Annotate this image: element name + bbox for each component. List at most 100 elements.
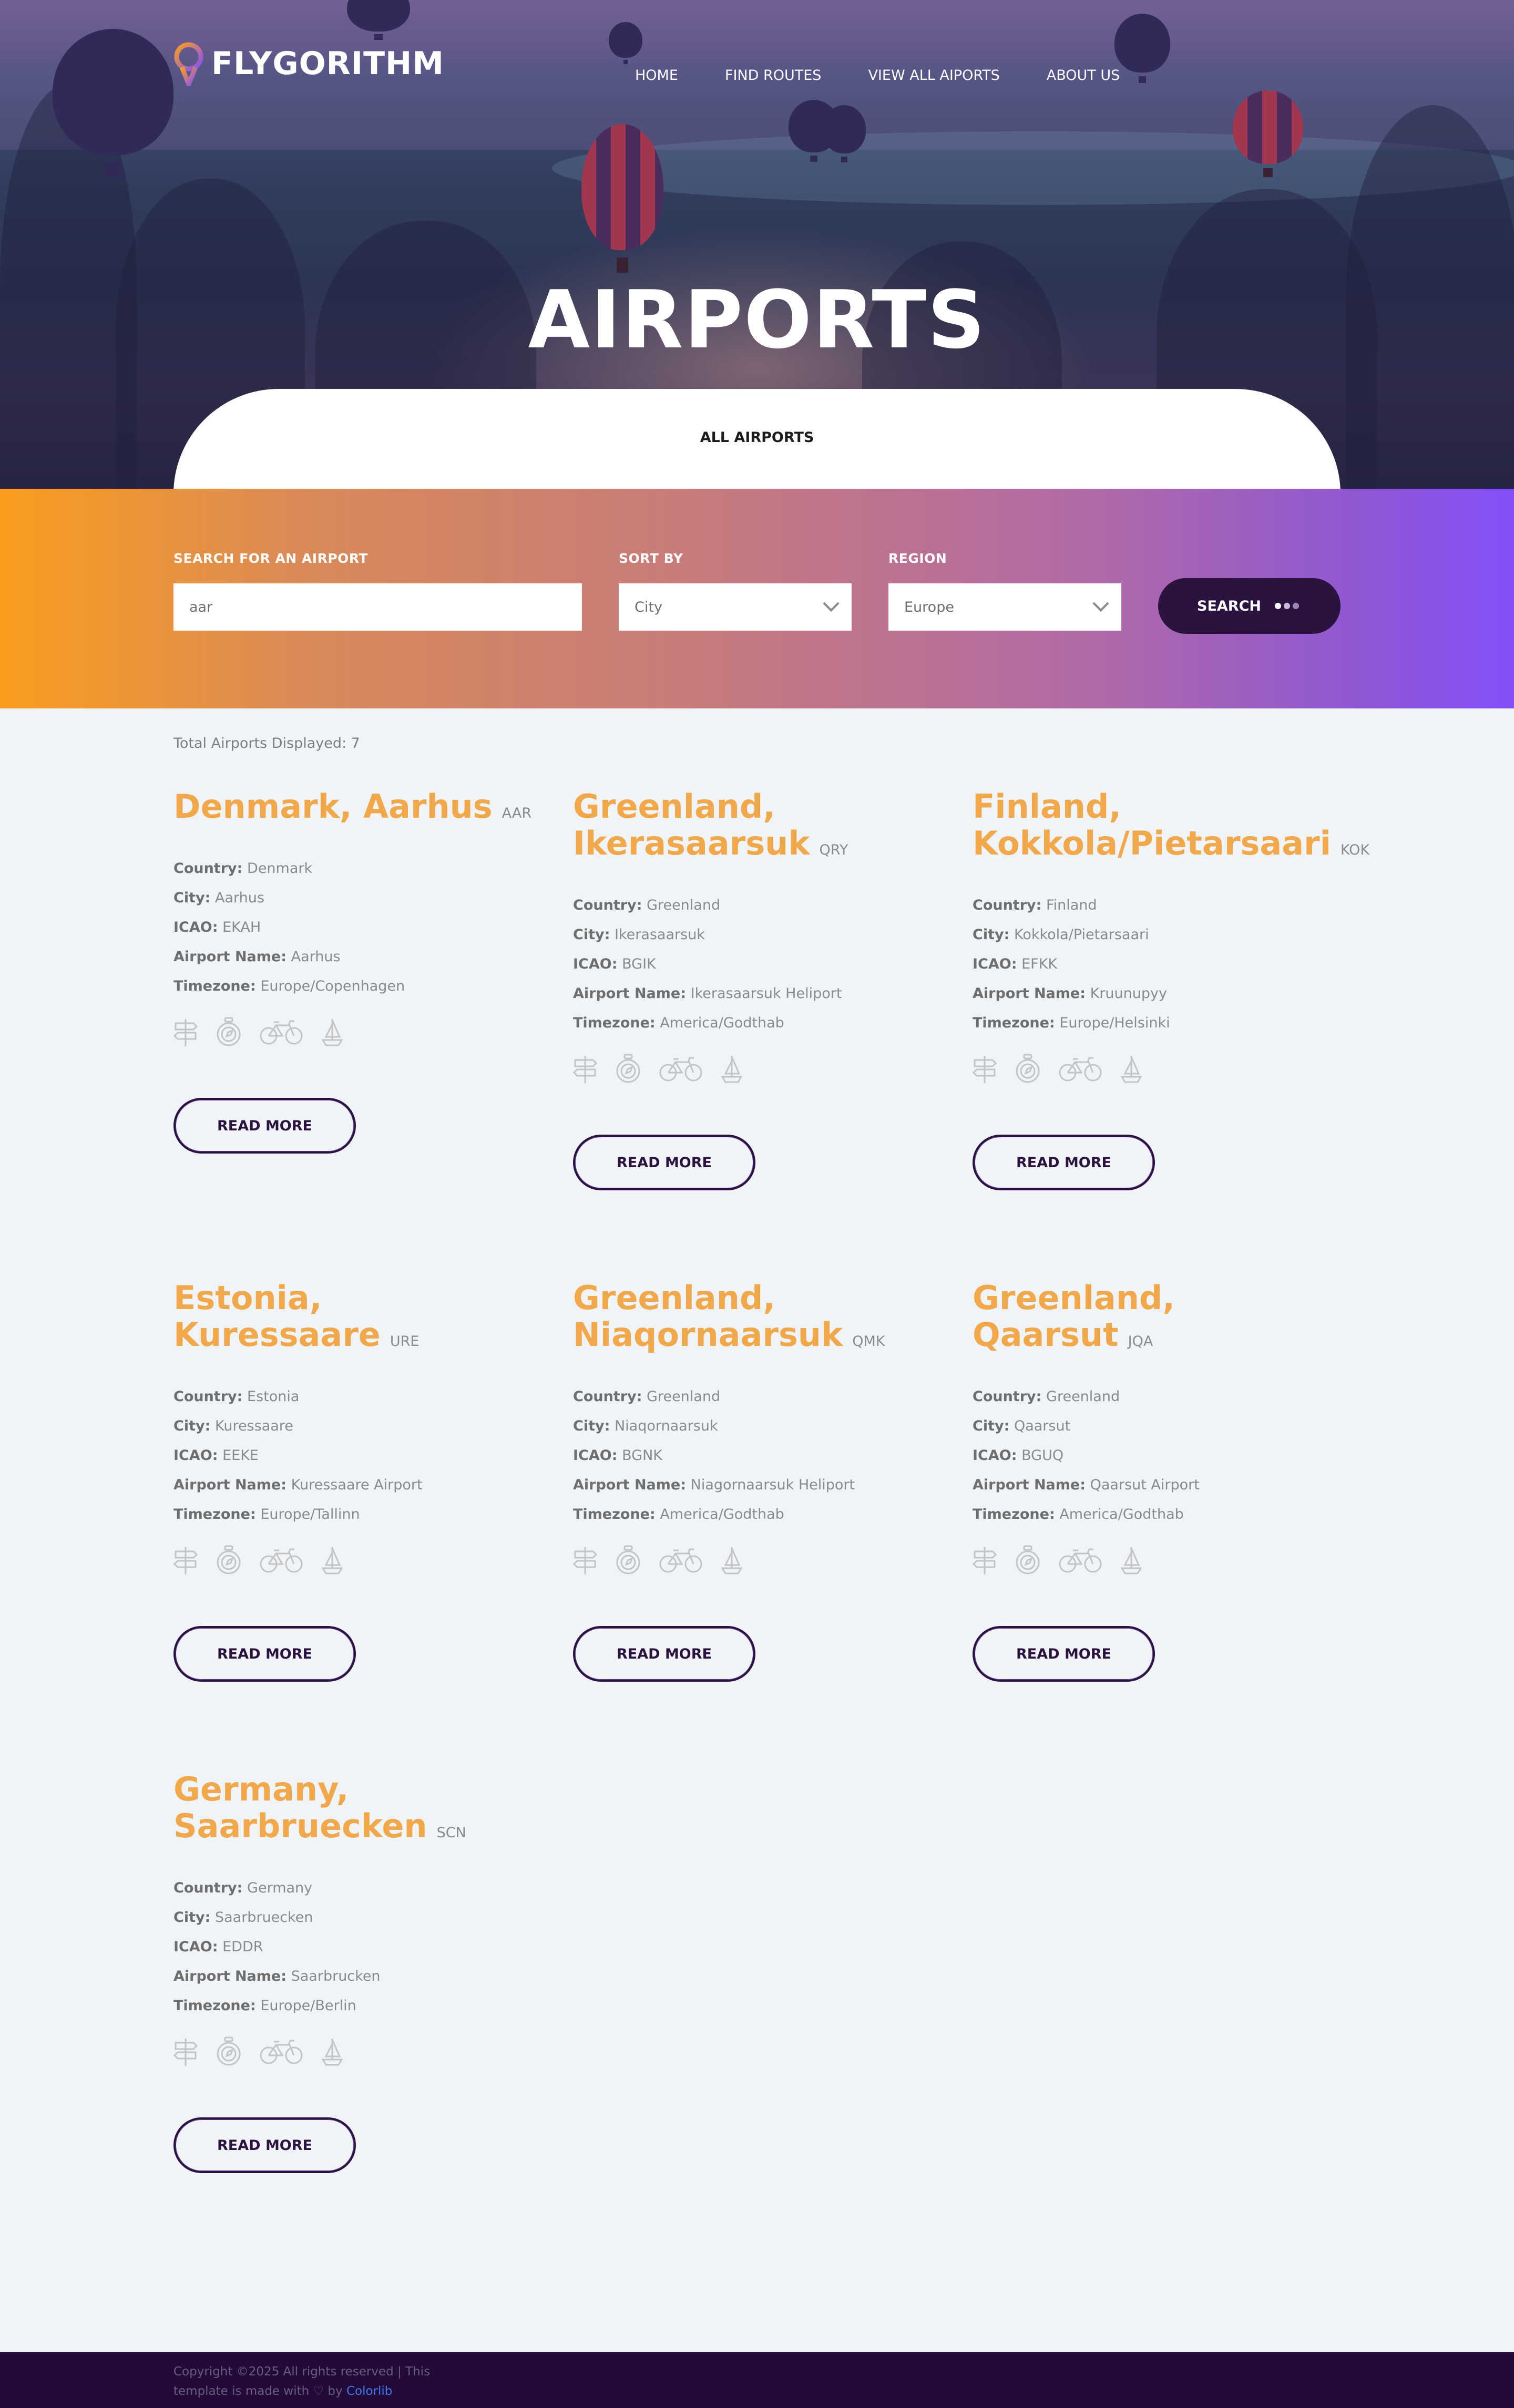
nav-home[interactable]: HOME bbox=[635, 67, 678, 84]
compass-icon bbox=[615, 1545, 641, 1576]
detail-value: BGNK bbox=[622, 1447, 662, 1464]
detail-value: Greenland bbox=[1046, 1388, 1120, 1405]
detail-label: Airport Name: bbox=[973, 1477, 1086, 1493]
airport-card: Greenland, Ikerasaarsuk QRY Country: Green… bbox=[573, 788, 941, 1190]
signpost-icon bbox=[573, 1054, 597, 1084]
airport-title[interactable]: Greenland, Niaqornaarsuk QMK bbox=[573, 1280, 941, 1360]
footer: Copyright ©2025 All rights reserved | Th… bbox=[0, 2352, 1514, 2408]
detail-icao: ICAO: BGUQ bbox=[973, 1441, 1341, 1470]
read-more-button[interactable]: READ MORE bbox=[573, 1626, 755, 1682]
nav-view-all-airports[interactable]: VIEW ALL AIPORTS bbox=[868, 67, 999, 84]
airport-title[interactable]: Estonia, Kuressaare URE bbox=[173, 1280, 541, 1360]
region-select[interactable]: Europe bbox=[888, 583, 1121, 631]
sort-by-label: SORT BY bbox=[619, 551, 683, 566]
heart-icon: ♡ bbox=[313, 2384, 324, 2398]
detail-airport-name: Airport Name: Ikerasaarsuk Heliport bbox=[573, 979, 941, 1009]
detail-city: City: Saarbruecken bbox=[173, 1903, 541, 1932]
airport-details: Country: Estonia City: Kuressaare ICAO: EE… bbox=[173, 1382, 541, 1529]
airport-title[interactable]: Germany, Saarbruecken SCN bbox=[173, 1771, 541, 1851]
read-more-label: READ MORE bbox=[1016, 1645, 1111, 1662]
chevron-down-icon bbox=[1092, 595, 1109, 612]
detail-label: City: bbox=[173, 1909, 211, 1926]
detail-timezone: Timezone: Europe/Copenhagen bbox=[173, 972, 541, 1001]
main-nav: HOME FIND ROUTES VIEW ALL AIPORTS ABOUT … bbox=[635, 67, 1167, 84]
sailboat-icon bbox=[1120, 1054, 1143, 1084]
airport-code: KOK bbox=[1340, 842, 1370, 858]
read-more-label: READ MORE bbox=[1016, 1154, 1111, 1171]
hot-air-balloon bbox=[823, 105, 866, 162]
bicycle-icon bbox=[1059, 1056, 1102, 1082]
detail-label: Timezone: bbox=[173, 1506, 256, 1522]
detail-icao: ICAO: BGNK bbox=[573, 1441, 941, 1470]
page-title: AIRPORTS bbox=[528, 273, 986, 366]
compass-icon bbox=[615, 1054, 641, 1084]
detail-value: Kokkola/Pietarsaari bbox=[1014, 927, 1149, 943]
airport-title[interactable]: Greenland, Ikerasaarsuk QRY bbox=[573, 788, 941, 869]
detail-value: BGUQ bbox=[1021, 1447, 1064, 1464]
read-more-button[interactable]: READ MORE bbox=[573, 1135, 755, 1190]
detail-city: City: Ikerasaarsuk bbox=[573, 920, 941, 950]
nav-find-routes[interactable]: FIND ROUTES bbox=[725, 67, 822, 84]
airport-code: SCN bbox=[436, 1825, 466, 1841]
detail-timezone: Timezone: Europe/Tallinn bbox=[173, 1500, 541, 1529]
detail-value: Qaarsut bbox=[1014, 1418, 1071, 1434]
bicycle-icon bbox=[260, 2039, 303, 2065]
airport-code: QMK bbox=[852, 1333, 885, 1350]
detail-value: Ikerasaarsuk bbox=[614, 927, 705, 943]
detail-label: City: bbox=[573, 1418, 610, 1434]
colorlib-link[interactable]: Colorlib bbox=[346, 2384, 392, 2398]
detail-label: City: bbox=[173, 890, 211, 906]
activity-icons bbox=[973, 1051, 1341, 1087]
airport-details: Country: Greenland City: Qaarsut ICAO: BGU… bbox=[973, 1382, 1341, 1529]
airport-details: Country: Greenland City: Ikerasaarsuk ICAO… bbox=[573, 891, 941, 1038]
read-more-button[interactable]: READ MORE bbox=[173, 2117, 356, 2173]
detail-value: Europe/Helsinki bbox=[1059, 1015, 1170, 1031]
detail-value: Niaqornaarsuk bbox=[614, 1418, 718, 1434]
read-more-button[interactable]: READ MORE bbox=[973, 1135, 1155, 1190]
read-more-button[interactable]: READ MORE bbox=[173, 1626, 356, 1682]
nav-about-us[interactable]: ABOUT US bbox=[1047, 67, 1120, 84]
detail-country: Country: Finland bbox=[973, 891, 1341, 920]
search-button[interactable]: SEARCH bbox=[1158, 578, 1341, 634]
sailboat-icon bbox=[1120, 1545, 1143, 1576]
airport-card: Greenland, Niaqornaarsuk QMK Country: Gree… bbox=[573, 1280, 941, 1682]
airport-code: QRY bbox=[819, 842, 848, 858]
brand-logo[interactable]: FLYGORITHM bbox=[173, 41, 444, 90]
detail-country: Country: Greenland bbox=[573, 891, 941, 920]
airport-title[interactable]: Greenland, Qaarsut JQA bbox=[973, 1280, 1341, 1360]
detail-value: Niagornaarsuk Heliport bbox=[690, 1477, 855, 1493]
airport-search-input[interactable]: aar bbox=[173, 583, 582, 631]
detail-timezone: Timezone: Europe/Helsinki bbox=[973, 1009, 1341, 1038]
signpost-icon bbox=[173, 1017, 198, 1047]
compass-icon bbox=[1015, 1054, 1041, 1084]
detail-label: Country: bbox=[173, 860, 243, 877]
airport-title[interactable]: Finland, Kokkola/Pietarsaari KOK bbox=[973, 788, 1369, 869]
detail-label: Country: bbox=[973, 1388, 1042, 1405]
detail-label: ICAO: bbox=[173, 919, 218, 935]
hot-air-balloon bbox=[581, 124, 663, 273]
detail-value: Saarbruecken bbox=[214, 1909, 313, 1926]
airport-title[interactable]: Denmark, Aarhus AAR bbox=[173, 788, 541, 832]
detail-label: ICAO: bbox=[573, 1447, 618, 1464]
detail-label: ICAO: bbox=[173, 1939, 218, 1955]
read-more-label: READ MORE bbox=[217, 1117, 312, 1134]
bicycle-icon bbox=[659, 1547, 702, 1573]
tab-all-airports[interactable]: ALL AIRPORTS bbox=[0, 429, 1514, 446]
detail-label: City: bbox=[973, 1418, 1010, 1434]
detail-label: City: bbox=[573, 927, 610, 943]
read-more-button[interactable]: READ MORE bbox=[173, 1098, 356, 1154]
detail-value: Kuressaare bbox=[214, 1418, 293, 1434]
read-more-label: READ MORE bbox=[217, 1645, 312, 1662]
detail-airport-name: Airport Name: Kuressaare Airport bbox=[173, 1470, 541, 1500]
activity-icons bbox=[573, 1542, 941, 1579]
read-more-button[interactable]: READ MORE bbox=[973, 1626, 1155, 1682]
sort-by-select[interactable]: City bbox=[619, 583, 852, 631]
search-button-label: SEARCH bbox=[1197, 598, 1261, 614]
airport-card: Germany, Saarbruecken SCN Country: Germany… bbox=[173, 1771, 541, 2173]
detail-value: EFKK bbox=[1021, 956, 1058, 972]
detail-icao: ICAO: EEKE bbox=[173, 1441, 541, 1470]
detail-label: Timezone: bbox=[573, 1506, 656, 1522]
detail-value: Aarhus bbox=[214, 890, 264, 906]
activity-icons bbox=[173, 1542, 541, 1579]
sort-by-value: City bbox=[635, 599, 662, 615]
